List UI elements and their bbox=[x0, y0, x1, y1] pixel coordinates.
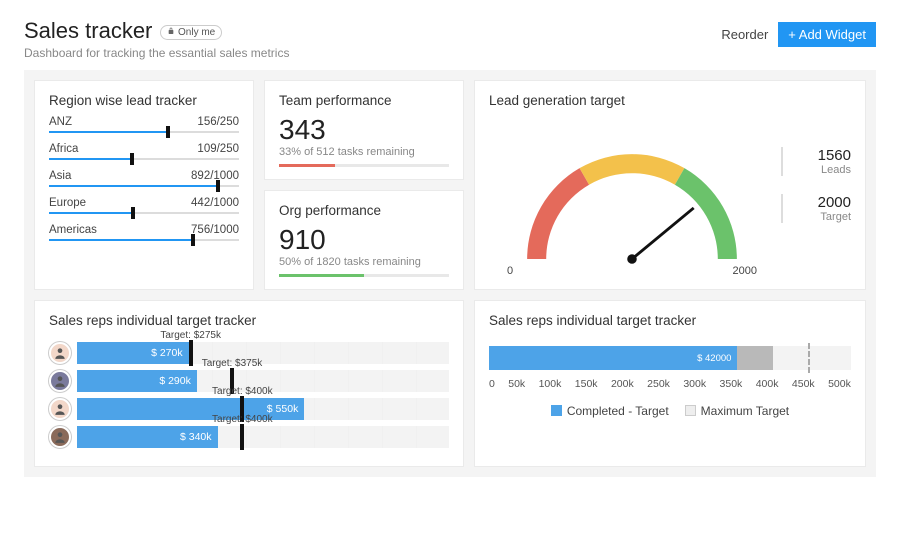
avatar bbox=[49, 370, 71, 392]
region-value: 892/1000 bbox=[191, 170, 239, 182]
region-tracker-title: Region wise lead tracker bbox=[49, 93, 239, 108]
lead-generation-card: Lead generation target 0 2000 1560 Leads… bbox=[474, 80, 866, 290]
legend-completed: Completed - Target bbox=[567, 404, 669, 418]
team-performance-subtitle: 33% of 512 tasks remaining bbox=[279, 146, 449, 158]
team-performance-bar bbox=[279, 164, 449, 167]
region-row: Europe 442/1000 bbox=[49, 197, 239, 214]
region-value: 442/1000 bbox=[191, 197, 239, 209]
region-value: 756/1000 bbox=[191, 224, 239, 236]
team-performance-card: Team performance 343 33% of 512 tasks re… bbox=[264, 80, 464, 180]
region-name: ANZ bbox=[49, 116, 72, 128]
gauge-target-number: 2000 bbox=[789, 194, 851, 211]
axis-tick: 150k bbox=[575, 378, 598, 390]
rep-bar: $ 270k bbox=[77, 342, 449, 364]
avatar bbox=[49, 426, 71, 448]
region-name: Africa bbox=[49, 143, 78, 155]
region-tracker-card: Region wise lead tracker ANZ 156/250 Afric… bbox=[34, 80, 254, 290]
region-name: Asia bbox=[49, 170, 71, 182]
reps-summary-bar: $ 42000 bbox=[489, 346, 851, 370]
axis-tick: 450k bbox=[792, 378, 815, 390]
axis-tick: 100k bbox=[539, 378, 562, 390]
avatar bbox=[49, 398, 71, 420]
gauge-target-stat: 2000 Target bbox=[781, 194, 851, 223]
legend-max: Maximum Target bbox=[701, 404, 789, 418]
page-title: Sales tracker bbox=[24, 18, 152, 44]
add-widget-button[interactable]: + Add Widget bbox=[778, 22, 876, 47]
reps-summary-card: Sales reps individual target tracker $ 4… bbox=[474, 300, 866, 467]
gauge-chart bbox=[489, 116, 775, 269]
gauge-target-suffix: Target bbox=[789, 211, 851, 223]
avatar bbox=[49, 342, 71, 364]
region-row: Americas 756/1000 bbox=[49, 224, 239, 241]
reps-summary-title: Sales reps individual target tracker bbox=[489, 313, 851, 328]
reps-individual-card: Sales reps individual target tracker Tar… bbox=[34, 300, 464, 467]
axis-tick: 50k bbox=[508, 378, 525, 390]
region-slider[interactable] bbox=[49, 212, 239, 214]
rep-row: Target: $400k$ 340k bbox=[49, 426, 449, 448]
axis-tick: 300k bbox=[683, 378, 706, 390]
axis-tick: 350k bbox=[720, 378, 743, 390]
region-name: Europe bbox=[49, 197, 86, 209]
dashboard-board: Region wise lead tracker ANZ 156/250 Afric… bbox=[24, 70, 876, 477]
reps-summary-legend: Completed - Target Maximum Target bbox=[489, 404, 851, 418]
privacy-badge: Only me bbox=[160, 25, 222, 40]
team-performance-title: Team performance bbox=[279, 93, 449, 108]
gauge-min-label: 0 bbox=[507, 265, 513, 277]
axis-tick: 400k bbox=[756, 378, 779, 390]
region-value: 156/250 bbox=[197, 116, 239, 128]
lock-icon bbox=[167, 27, 175, 38]
org-performance-subtitle: 50% of 1820 tasks remaining bbox=[279, 256, 449, 268]
lead-generation-title: Lead generation target bbox=[489, 93, 775, 108]
org-performance-title: Org performance bbox=[279, 203, 449, 218]
rep-value-label: $ 290k bbox=[159, 375, 191, 387]
region-row: Africa 109/250 bbox=[49, 143, 239, 160]
reorder-button[interactable]: Reorder bbox=[721, 27, 768, 42]
org-performance-bar bbox=[279, 274, 449, 277]
region-row: Asia 892/1000 bbox=[49, 170, 239, 187]
axis-tick: 500k bbox=[828, 378, 851, 390]
summary-value-label: $ 42000 bbox=[697, 353, 731, 364]
org-performance-card: Org performance 910 50% of 1820 tasks re… bbox=[264, 190, 464, 290]
gauge-value-stat: 1560 Leads bbox=[781, 147, 851, 176]
page-subtitle: Dashboard for tracking the essantial sal… bbox=[24, 46, 289, 60]
region-slider[interactable] bbox=[49, 131, 239, 133]
reps-summary-axis: 0 50k 100k 150k 200k 250k 300k 350k 400k 450k 500k bbox=[489, 378, 851, 390]
org-performance-value: 910 bbox=[279, 226, 449, 254]
axis-tick: 250k bbox=[647, 378, 670, 390]
reps-individual-title: Sales reps individual target tracker bbox=[49, 313, 449, 328]
region-name: Americas bbox=[49, 224, 97, 236]
region-row: ANZ 156/250 bbox=[49, 116, 239, 133]
region-value: 109/250 bbox=[197, 143, 239, 155]
team-performance-value: 343 bbox=[279, 116, 449, 144]
axis-tick: 200k bbox=[611, 378, 634, 390]
rep-bar: $ 340k bbox=[77, 426, 449, 448]
privacy-label: Only me bbox=[178, 27, 215, 38]
axis-tick: 0 bbox=[489, 378, 495, 390]
region-slider[interactable] bbox=[49, 239, 239, 241]
rep-value-label: $ 340k bbox=[180, 431, 212, 443]
region-slider[interactable] bbox=[49, 158, 239, 160]
gauge-value-number: 1560 bbox=[789, 147, 851, 164]
rep-value-label: $ 270k bbox=[151, 347, 183, 359]
region-slider[interactable] bbox=[49, 185, 239, 187]
gauge-max-label: 2000 bbox=[733, 265, 757, 277]
gauge-value-suffix: Leads bbox=[789, 164, 851, 176]
